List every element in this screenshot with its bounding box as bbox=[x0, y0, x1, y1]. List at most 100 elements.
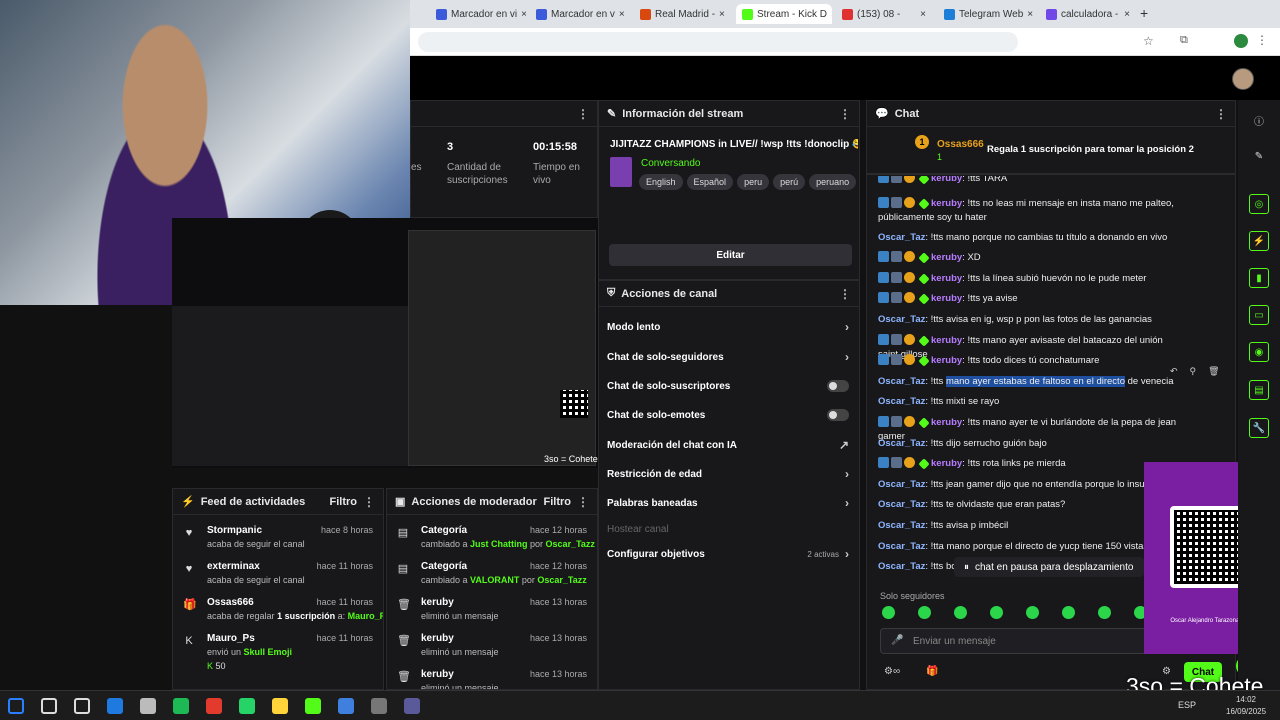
chat-message[interactable]: Oscar_Taz: !tts dijo serrucho guión bajo bbox=[878, 437, 1178, 451]
channel-action-item[interactable]: Restricción de edad › bbox=[607, 464, 849, 484]
clock-time[interactable]: 14:02 bbox=[1226, 695, 1266, 704]
chat-username[interactable]: keruby bbox=[931, 252, 962, 263]
start-icon[interactable] bbox=[8, 698, 24, 714]
activity-username[interactable]: Ossas666 bbox=[207, 597, 254, 608]
activity-highlight[interactable]: Skull Emoji bbox=[244, 647, 293, 657]
delete-icon[interactable]: 🗑 bbox=[1208, 366, 1219, 380]
chat-username[interactable]: Oscar_Taz bbox=[878, 376, 925, 387]
chat-username[interactable]: Oscar_Taz bbox=[878, 396, 925, 407]
top-gifter-name[interactable]: Ossas666 bbox=[937, 139, 984, 150]
channel-action-item[interactable]: Moderación del chat con IA ↗ bbox=[607, 435, 849, 455]
channel-action-item[interactable]: Modo lento › bbox=[607, 317, 849, 337]
trash-icon[interactable]: ▮ bbox=[1249, 268, 1269, 288]
toggle-switch[interactable] bbox=[827, 380, 849, 392]
settings-icon[interactable]: ⚙∞ bbox=[884, 666, 900, 677]
chat-username[interactable]: Oscar_Taz bbox=[878, 479, 925, 490]
reply-icon[interactable]: ↶ bbox=[1170, 366, 1178, 380]
file-explorer-icon[interactable] bbox=[272, 698, 288, 714]
browser-tab[interactable]: (153) 08 - × bbox=[836, 4, 932, 24]
chat-username[interactable]: keruby bbox=[931, 293, 962, 304]
tab-close-icon[interactable]: × bbox=[719, 9, 725, 20]
chat-message[interactable]: Oscar_Taz: !tts mano porque no cambias t… bbox=[878, 231, 1178, 245]
chat-username[interactable]: Oscar_Taz bbox=[878, 232, 925, 243]
tab-close-icon[interactable]: × bbox=[920, 9, 926, 20]
menu-icon[interactable]: ⋮ bbox=[1256, 33, 1268, 47]
emote-icon[interactable] bbox=[1026, 606, 1039, 619]
channel-action-item[interactable]: Chat de solo-seguidores › bbox=[607, 347, 849, 367]
channel-action-item[interactable]: Configurar objetivos 2 activas › bbox=[607, 544, 849, 564]
browser-tab[interactable]: Stream - Kick D× bbox=[736, 4, 832, 24]
chat-message[interactable]: Oscar_Taz: !tts te olvidaste que eran pa… bbox=[878, 498, 1178, 512]
chat-message[interactable]: keruby: !tts la línea subió huevón no le… bbox=[878, 271, 1178, 286]
avatar[interactable] bbox=[1232, 68, 1254, 90]
browser-tab[interactable]: Telegram Web × bbox=[938, 4, 1034, 24]
browser-tab[interactable]: Real Madrid - × bbox=[634, 4, 730, 24]
chat-username[interactable]: Oscar_Taz bbox=[878, 541, 925, 552]
chat-username[interactable]: keruby bbox=[931, 355, 962, 366]
emote-bar[interactable] bbox=[880, 606, 1147, 620]
chat-message[interactable]: keruby: !tts ya avise bbox=[878, 292, 1178, 306]
chat-message[interactable]: keruby: !tts no leas mi mensaje en insta… bbox=[878, 196, 1178, 225]
chat-username[interactable]: keruby bbox=[931, 417, 962, 428]
mod-filter-button[interactable]: Filtro bbox=[544, 496, 572, 508]
spotify-icon[interactable] bbox=[173, 698, 189, 714]
activity-username[interactable]: Mauro_Ps bbox=[207, 633, 255, 644]
emote-icon[interactable] bbox=[882, 606, 895, 619]
chat-message[interactable]: Oscar_Taz: !tts avisa en ig, wsp p pon l… bbox=[878, 313, 1178, 327]
chat-message[interactable]: keruby: !tts rota links pe mierda bbox=[878, 457, 1178, 471]
mod-action-title[interactable]: keruby bbox=[421, 597, 454, 608]
chrome-active-icon[interactable] bbox=[338, 698, 354, 714]
chat-message[interactable]: Oscar_Taz: !tts mixti se rayo bbox=[878, 395, 1178, 409]
broadcast-icon[interactable]: ◉ bbox=[1249, 342, 1269, 362]
mod-action-title[interactable]: keruby bbox=[421, 633, 454, 644]
chat-username[interactable]: keruby bbox=[931, 198, 962, 209]
search-icon[interactable] bbox=[41, 698, 57, 714]
clock-date[interactable]: 16/09/2025 bbox=[1226, 707, 1266, 716]
chat-message[interactable]: Oscar_Taz: !tts avisa p imbécil bbox=[878, 519, 1178, 533]
activity-menu-icon[interactable]: ⋮ bbox=[363, 495, 375, 509]
chrome-icon[interactable] bbox=[206, 698, 222, 714]
chat-menu-icon[interactable]: ⋮ bbox=[1215, 107, 1227, 121]
channel-action-item[interactable]: Palabras baneadas › bbox=[607, 493, 849, 513]
layout-icon[interactable]: ▤ bbox=[1249, 380, 1269, 400]
chat-username[interactable]: Oscar_Taz bbox=[878, 314, 925, 325]
target-icon[interactable]: ◎ bbox=[1249, 194, 1269, 214]
whatsapp-icon[interactable] bbox=[239, 698, 255, 714]
profile-icon[interactable] bbox=[1234, 34, 1248, 48]
info-icon[interactable]: ⓘ bbox=[1249, 110, 1269, 130]
task-view-icon[interactable] bbox=[74, 698, 90, 714]
tab-close-icon[interactable]: × bbox=[619, 9, 625, 20]
mod-action-title[interactable]: Categoría bbox=[421, 561, 467, 572]
chat-username[interactable]: keruby bbox=[931, 273, 962, 284]
new-tab-icon[interactable]: + bbox=[1140, 5, 1148, 21]
chat-message[interactable]: keruby: !tts TARA bbox=[878, 176, 1178, 186]
mod-action-title[interactable]: Categoría bbox=[421, 525, 467, 536]
bolt-icon[interactable]: ⚡ bbox=[1249, 231, 1269, 251]
chat-username[interactable]: Oscar_Taz bbox=[878, 438, 925, 449]
gift-cta[interactable]: Regala 1 suscripción para tomar la posic… bbox=[987, 144, 1194, 155]
channel-action-item[interactable]: Chat de solo-suscriptores bbox=[607, 376, 849, 396]
chat-message[interactable]: Oscar_Taz: !tta mano porque el directo d… bbox=[878, 540, 1178, 554]
stats-menu-icon[interactable]: ⋮ bbox=[577, 107, 589, 121]
chat-username[interactable]: Oscar_Taz bbox=[878, 520, 925, 531]
toggle-switch[interactable] bbox=[827, 409, 849, 421]
kick-app-icon[interactable] bbox=[305, 698, 321, 714]
browser-tab[interactable]: Marcador en vi × bbox=[430, 4, 526, 24]
edit-button[interactable]: Editar bbox=[609, 244, 852, 266]
chat-message[interactable]: Oscar_Taz: !tts jean gamer dijo que no e… bbox=[878, 478, 1178, 492]
mod-action-title[interactable]: keruby bbox=[421, 669, 454, 680]
pin-icon[interactable]: ⚲ bbox=[1190, 366, 1197, 380]
chat-icon[interactable]: ▭ bbox=[1249, 305, 1269, 325]
address-bar[interactable] bbox=[418, 32, 1018, 52]
chat-username[interactable]: keruby bbox=[931, 458, 962, 469]
activity-filter-button[interactable]: Filtro bbox=[330, 496, 358, 508]
emote-icon[interactable] bbox=[990, 606, 1003, 619]
activity-username[interactable]: Stormpanic bbox=[207, 525, 262, 536]
bookmark-star-icon[interactable]: ☆ bbox=[1143, 34, 1154, 48]
tab-close-icon[interactable]: × bbox=[831, 9, 832, 20]
app-icon[interactable] bbox=[404, 698, 420, 714]
chat-message[interactable]: keruby: XD bbox=[878, 251, 1178, 265]
tab-close-icon[interactable]: × bbox=[1027, 9, 1033, 20]
mod-action-highlight[interactable]: VALORANT bbox=[470, 575, 519, 585]
edit-icon[interactable]: ✎ bbox=[1249, 146, 1269, 166]
